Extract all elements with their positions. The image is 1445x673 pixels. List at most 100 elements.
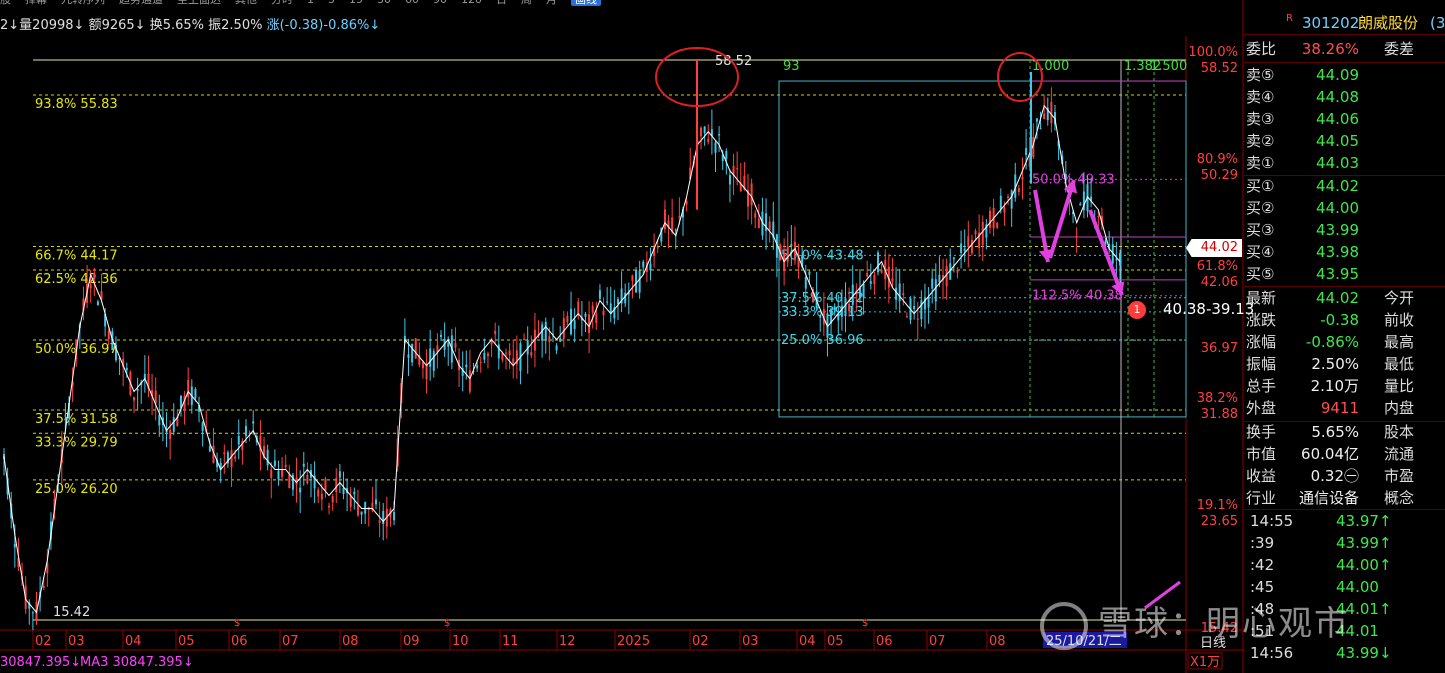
fib-right-label: 112.5% 40.38 (1032, 289, 1123, 304)
candle-body (169, 429, 172, 440)
annotation-badge[interactable]: 1 (1128, 301, 1146, 319)
candle-body (1003, 207, 1006, 213)
candle-body (328, 505, 331, 508)
fundamental-row: 行业 通信设备 概念 (1244, 487, 1445, 509)
stock-suffix: (32 (1430, 14, 1445, 32)
low-price-label: 15.42 (53, 605, 90, 620)
candle-body (429, 348, 432, 367)
bid-row: 买① 44.02 (1244, 175, 1445, 197)
month-label: 05 (827, 634, 844, 649)
candle-body (432, 351, 435, 371)
candle-body (13, 543, 16, 548)
candle-body (584, 313, 587, 317)
month-label: 08 (989, 634, 1006, 649)
candle-body (284, 464, 287, 468)
candle-body (281, 468, 284, 477)
quote-value: 9411 (1320, 399, 1359, 417)
quote-label: 涨幅 (1246, 333, 1277, 351)
candle-body (335, 477, 338, 493)
candle-body (786, 246, 789, 262)
kline-chart[interactable]: 93.8% 55.8366.7% 44.1762.5% 42.3650.0% 3… (0, 0, 1245, 673)
candle-body (273, 460, 276, 467)
axis-price-label: 31.88 (1201, 407, 1238, 422)
candle-body (317, 489, 320, 497)
fundamental-value: 通信设备 (1298, 489, 1359, 507)
candle-body (754, 213, 757, 218)
order-ratio-row: 委比 38.26% 委差 (1244, 38, 1445, 60)
candle-body (353, 491, 356, 495)
ask-label: 卖① (1246, 154, 1275, 172)
quote-label: 振幅 (1246, 355, 1277, 373)
candle-body (642, 261, 645, 268)
month-label: 02 (692, 634, 709, 649)
candle-body (544, 321, 547, 341)
candle-body (494, 330, 497, 335)
candle-body (960, 243, 963, 253)
month-label: 06 (231, 634, 248, 649)
candle-body (916, 318, 919, 320)
candle-body (891, 278, 894, 282)
candle-body (476, 365, 479, 369)
fib-level-label: 25.0% 26.20 (35, 482, 118, 497)
fib-level-label: 33.3% 29.79 (35, 435, 118, 450)
candle-body (266, 449, 269, 466)
fundamental-label: 行业 (1246, 489, 1277, 507)
month-label: 2025 (617, 634, 650, 649)
candle-body (1017, 187, 1020, 193)
ask-label: 卖② (1246, 132, 1275, 150)
candle-body (573, 320, 576, 329)
candle-body (133, 397, 136, 401)
axis-price-label: 58.52 (1201, 61, 1238, 76)
candle-body (736, 168, 739, 170)
candle-body (1115, 258, 1118, 261)
candle-body (244, 426, 247, 437)
candle-body (678, 216, 681, 218)
fundamental-value: 5.65% (1311, 423, 1359, 441)
bid-price: 43.95 (1316, 265, 1359, 283)
month-label: 09 (403, 634, 420, 649)
month-label: 05 (178, 634, 195, 649)
stock-name: 朗威股份 (1358, 14, 1419, 32)
separator (1244, 34, 1445, 35)
quote-row: 外盘 9411 内盘 (1244, 397, 1445, 419)
candle-body (342, 487, 345, 494)
candle-body (768, 221, 771, 231)
quote-value: 44.02 (1316, 289, 1359, 307)
candle-body (981, 221, 984, 245)
tick-time: :42 (1250, 556, 1275, 574)
candle-body (508, 350, 511, 356)
candle-body (364, 502, 367, 514)
candle-body (407, 354, 410, 358)
bid-price: 43.99 (1316, 221, 1359, 239)
quote-row: 振幅 2.50% 最低 (1244, 353, 1445, 375)
quote-row: 涨幅 -0.86% 最高 (1244, 331, 1445, 353)
candle-body (299, 487, 302, 493)
fundamental-label-right: 概念 (1384, 489, 1415, 507)
watermark: 雪球：明心观市 (1040, 596, 1350, 650)
candle-body (988, 210, 991, 228)
candle-body (1039, 127, 1042, 129)
ask-price: 44.05 (1316, 132, 1359, 150)
stock-code: 301202 (1302, 14, 1360, 32)
candle-body (505, 352, 508, 354)
month-label: 11 (502, 634, 519, 649)
candle-body (862, 283, 865, 298)
month-label: 12 (559, 634, 576, 649)
candle-body (375, 499, 377, 505)
candle-body (1010, 190, 1013, 209)
candle-body (1050, 102, 1053, 124)
candle-body (905, 316, 908, 318)
fundamental-label-right: 股本 (1384, 423, 1415, 441)
candle-body (154, 390, 157, 404)
candle-body (631, 275, 634, 281)
ask-label: 卖③ (1246, 110, 1275, 128)
candle-body (913, 305, 916, 309)
candle-body (96, 301, 99, 306)
tick-row: :42 44.00↑ (1244, 554, 1445, 576)
candle-body (869, 281, 872, 284)
candle-body (230, 450, 233, 468)
axis-percent-label: 100.0% (1188, 45, 1238, 60)
candle-body (483, 352, 486, 360)
tick-price: 43.97↑ (1336, 512, 1392, 530)
month-label: 04 (125, 634, 142, 649)
